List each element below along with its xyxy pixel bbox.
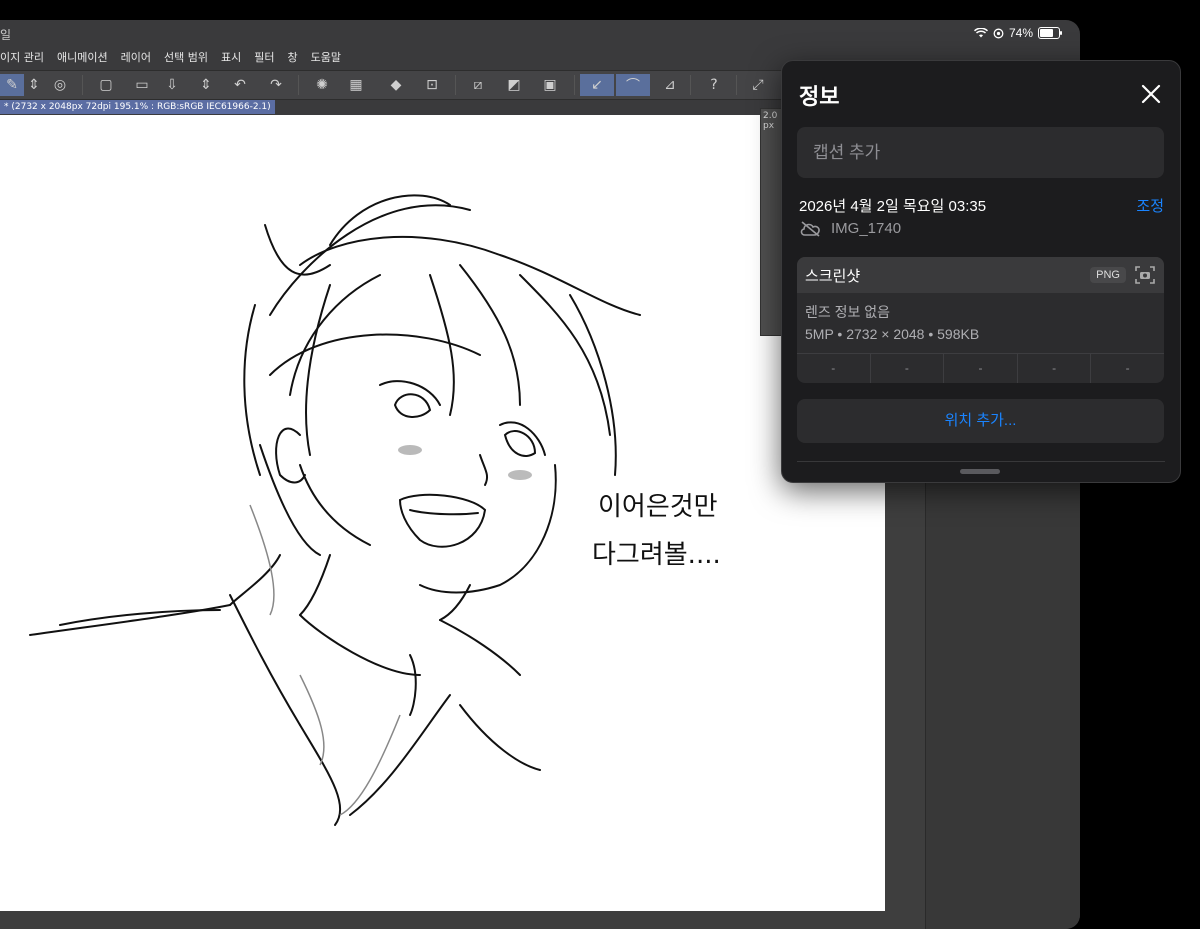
handwriting-line-1: 이어은것만: [598, 492, 718, 522]
menu-item[interactable]: 표시: [221, 49, 241, 69]
special-ruler-icon[interactable]: ⊿: [658, 74, 682, 96]
exif-row: - - - - -: [797, 353, 1164, 383]
status-bar: 일 74%: [0, 20, 1080, 46]
app-title-fragment: 일: [0, 28, 12, 42]
menu-item[interactable]: 이지 관리: [0, 49, 44, 69]
open-folder-icon[interactable]: ▭: [130, 74, 154, 96]
metadata-card: 스크린샷 PNG 렌즈 정보 없음 5MP • 2732 × 2048 • 59…: [797, 257, 1164, 383]
fullscreen-icon[interactable]: ⤢: [746, 74, 770, 96]
ruler-snap-icon[interactable]: ↙: [580, 74, 614, 96]
menu-item[interactable]: 창: [287, 49, 297, 69]
menu-item[interactable]: 필터: [254, 49, 274, 69]
help-icon[interactable]: ?: [702, 74, 726, 96]
redo-icon[interactable]: ↷: [264, 74, 288, 96]
sheet-grabber[interactable]: [960, 469, 1000, 474]
cloud-off-icon: [800, 220, 820, 237]
menu-item[interactable]: 애니메이션: [57, 49, 108, 69]
exif-ev: -: [944, 354, 1018, 383]
adjust-date-button[interactable]: 조정: [1136, 195, 1164, 216]
menu-item[interactable]: 선택 범위: [164, 49, 208, 69]
exif-focal: -: [871, 354, 945, 383]
exif-aperture: -: [1018, 354, 1092, 383]
close-icon[interactable]: [1140, 83, 1162, 105]
menu-item[interactable]: 레이어: [121, 49, 151, 69]
drawing-canvas[interactable]: 이어은것만 다그려볼....: [0, 115, 885, 911]
new-file-icon[interactable]: ▢: [94, 74, 118, 96]
export-stepper-icon[interactable]: ⇕: [194, 74, 218, 96]
stepper-icon[interactable]: ⇕: [22, 74, 46, 96]
type-label: 스크린샷: [805, 267, 861, 285]
menu-item[interactable]: 도움말: [311, 49, 341, 69]
format-badge: PNG: [1090, 267, 1126, 283]
wifi-icon: [973, 28, 988, 38]
loading-icon[interactable]: ✺: [310, 74, 334, 96]
clear-icon[interactable]: ⧄: [466, 74, 490, 96]
location-lock-icon: [993, 28, 1004, 38]
info-title: 정보: [799, 84, 840, 109]
add-location-button[interactable]: 위치 추가...: [797, 399, 1164, 443]
app-icon[interactable]: ◎: [48, 74, 72, 96]
undo-icon[interactable]: ↶: [228, 74, 252, 96]
screenshot-camera-icon: [1135, 266, 1155, 284]
menu-bar: 이지 관리 애니메이션 레이어 선택 범위 표시 필터 창 도움말: [0, 49, 341, 69]
gradient-icon[interactable]: ◩: [502, 74, 526, 96]
pen-settings-icon[interactable]: ✎: [0, 74, 24, 96]
battery-icon: [1038, 27, 1062, 39]
exif-shutter: -: [1125, 361, 1130, 375]
export-icon[interactable]: ⇩: [160, 74, 184, 96]
divider: [797, 461, 1165, 462]
handwriting-line-2: 다그려볼....: [592, 540, 721, 570]
exif-iso: -: [797, 354, 871, 383]
select-icon[interactable]: ▦: [344, 74, 368, 96]
date-text: 2026년 4월 2일 목요일 03:35: [799, 198, 987, 215]
image-specs: 5MP • 2732 × 2048 • 598KB: [805, 326, 980, 342]
lens-info: 렌즈 정보 없음: [805, 304, 891, 320]
brush-snap-icon[interactable]: ⌒: [616, 74, 650, 96]
battery-percent: 74%: [1008, 26, 1033, 40]
fill-icon[interactable]: ◆: [384, 74, 408, 96]
frame-icon[interactable]: ▣: [538, 74, 562, 96]
filename: IMG_1740: [831, 220, 902, 237]
transform-icon[interactable]: ⊡: [420, 74, 444, 96]
filename-row: IMG_1740: [799, 220, 901, 237]
sketch-drawing: 이어은것만 다그려볼....: [29, 194, 721, 826]
info-panel: 정보 캡션 추가 2026년 4월 2일 목요일 03:35 조정 IMG_17…: [781, 60, 1181, 483]
document-tab[interactable]: * (2732 x 2048px 72dpi 195.1% : RGB:sRGB…: [0, 100, 275, 114]
caption-input[interactable]: 캡션 추가: [797, 127, 1164, 178]
